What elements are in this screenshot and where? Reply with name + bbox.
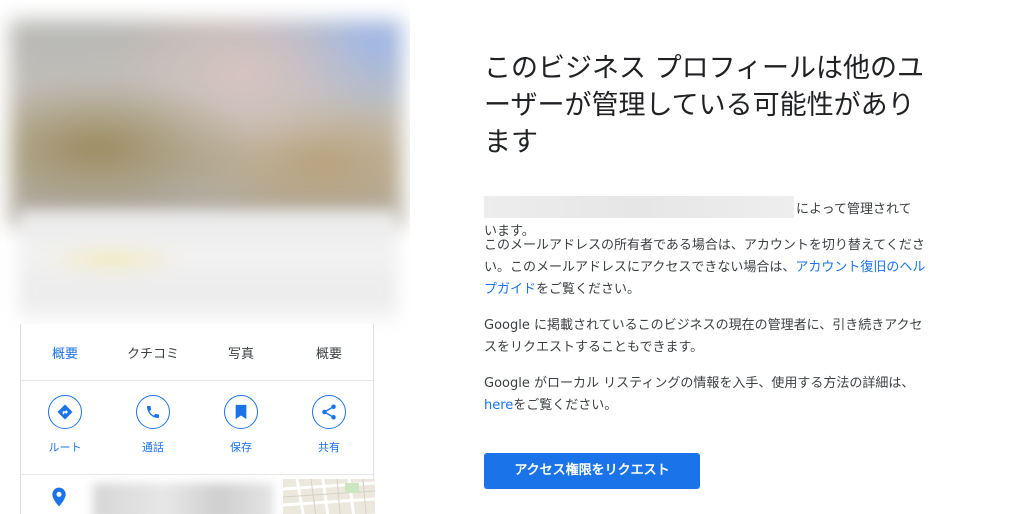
- blurred-business-info: [18, 210, 398, 320]
- preview-actions: ルート 通話 保存 共有: [21, 381, 373, 475]
- save-label: 保存: [230, 441, 252, 454]
- preview-card: 概要 クチコミ 写真 概要 ルート 通話 保存 共有: [20, 324, 375, 514]
- request-access-button[interactable]: アクセス権限をリクエスト: [484, 453, 700, 489]
- tab-reviews[interactable]: クチコミ: [109, 343, 197, 362]
- tab-about[interactable]: 概要: [285, 343, 373, 362]
- preview-tabs: 概要 クチコミ 写真 概要: [21, 324, 373, 381]
- blurred-address: [93, 483, 273, 514]
- map-thumbnail[interactable]: [283, 479, 375, 514]
- share-button[interactable]: 共有: [285, 395, 373, 474]
- tab-overview[interactable]: 概要: [21, 343, 109, 362]
- share-label: 共有: [318, 441, 340, 454]
- managed-by-text: によって管理されて います。: [484, 193, 934, 239]
- directions-button[interactable]: ルート: [21, 395, 109, 474]
- directions-label: ルート: [48, 441, 82, 454]
- business-preview: 概要 クチコミ 写真 概要 ルート 通話 保存 共有: [0, 0, 410, 514]
- phone-icon: [136, 395, 170, 429]
- blurred-business-photo: [10, 20, 402, 225]
- redacted-email: [484, 196, 794, 218]
- address-row: [21, 475, 375, 514]
- here-link[interactable]: here: [484, 398, 513, 413]
- share-icon: [312, 395, 346, 429]
- bookmark-icon: [224, 395, 258, 429]
- save-button[interactable]: 保存: [197, 395, 285, 474]
- page-title: このビジネス プロフィールは他のユーザーが管理している可能性があります: [484, 53, 925, 158]
- managed-by-suffix: によって管理されて: [796, 202, 912, 217]
- call-button[interactable]: 通話: [109, 395, 197, 474]
- switch-account-paragraph: このメールアドレスの所有者である場合は、アカウントを切り替えてください。このメー…: [484, 238, 926, 297]
- request-access-paragraph: Google に掲載されているこのビジネスの現在の管理者に、引き続きアクセスをリ…: [484, 318, 923, 355]
- call-label: 通話: [142, 441, 164, 454]
- local-listing-info-paragraph: Google がローカル リスティングの情報を入手、使用する方法の詳細は、her…: [484, 376, 915, 413]
- location-pin-icon: [51, 487, 67, 511]
- directions-icon: [48, 395, 82, 429]
- managed-by-line2: います。: [484, 224, 535, 239]
- tab-photos[interactable]: 写真: [197, 343, 285, 362]
- access-info-panel: このビジネス プロフィールは他のユーザーが管理している可能性があります によって…: [484, 50, 934, 489]
